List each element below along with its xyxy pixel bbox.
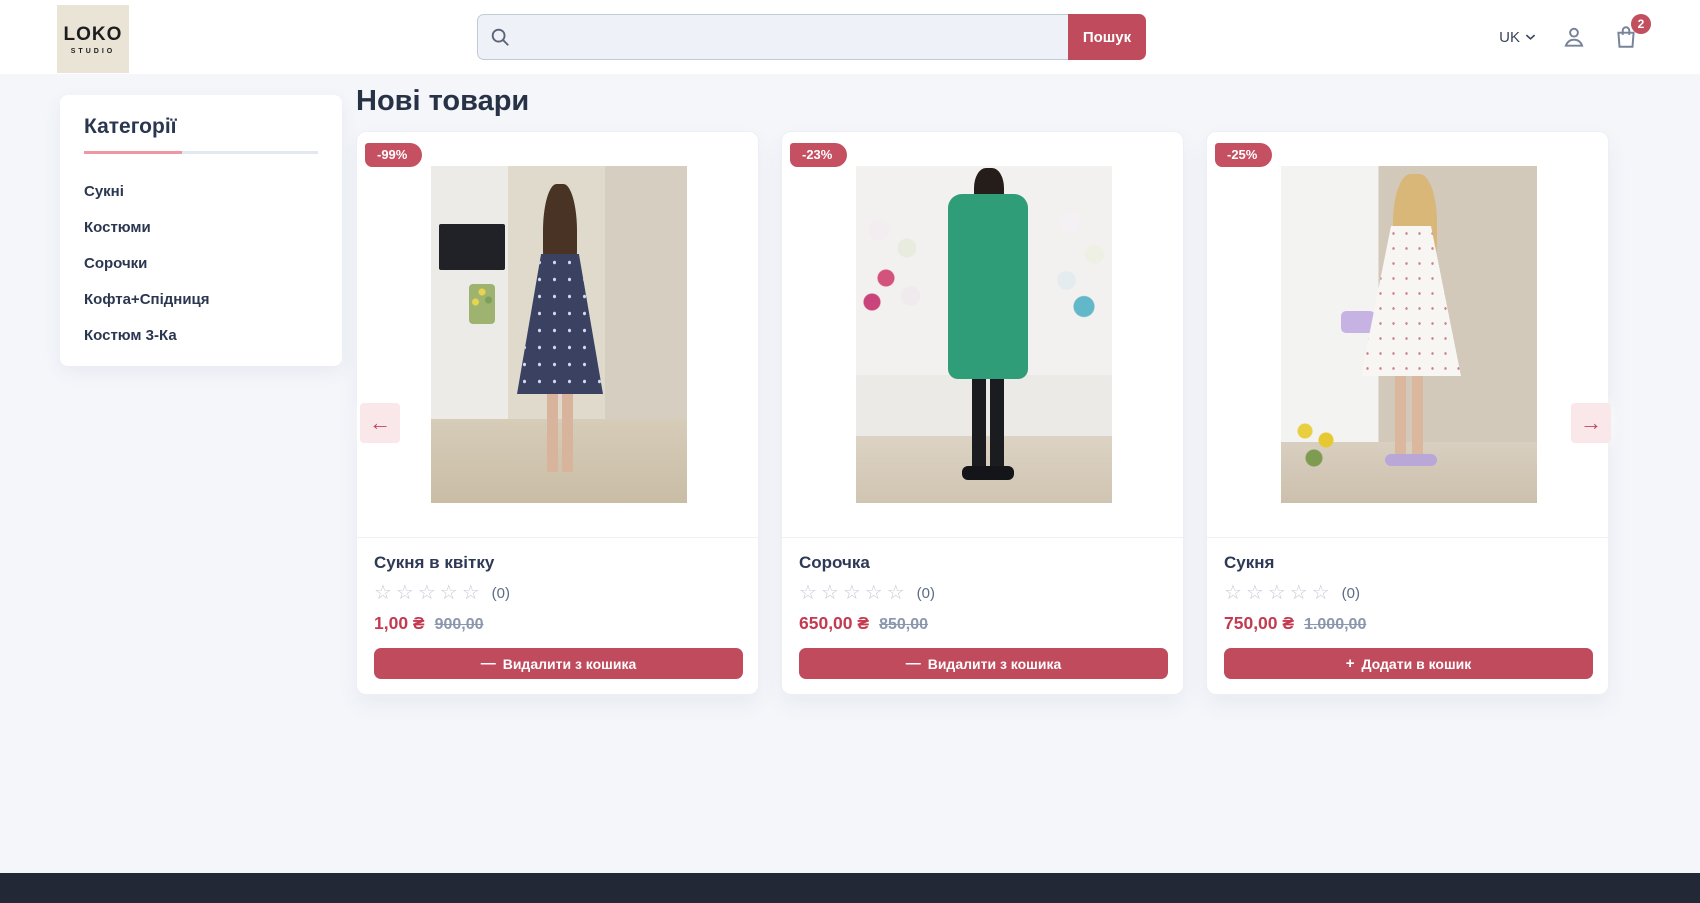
rating-stars-icon: ☆☆☆☆☆ (374, 583, 484, 603)
remove-from-cart-button[interactable]: — Видалити з кошика (374, 648, 743, 679)
carousel-next-button[interactable]: → (1571, 403, 1611, 443)
rating-count: (0) (1342, 585, 1360, 602)
product-image[interactable] (856, 166, 1112, 503)
product-old-price: 850,00 (879, 616, 928, 634)
cart-count-badge: 2 (1631, 14, 1651, 34)
product-price: 650,00 ₴ (799, 613, 869, 634)
product-name[interactable]: Сукня в квітку (374, 553, 741, 573)
sidebar-item-sorochky[interactable]: Сорочки (84, 246, 318, 282)
discount-badge: -25% (1215, 143, 1272, 167)
account-button[interactable] (1560, 23, 1588, 51)
logo-text-sub: STUDIO (71, 48, 115, 55)
button-label: Видалити з кошика (928, 656, 1062, 672)
sidebar-item-kofta-spidnytsya[interactable]: Кофта+Спідниця (84, 282, 318, 318)
arrow-left-icon: ← (369, 410, 391, 436)
rating-count: (0) (917, 585, 935, 602)
search-input[interactable] (477, 14, 1068, 60)
plus-icon: + (1346, 655, 1355, 672)
button-label: Видалити з кошика (503, 656, 637, 672)
footer (0, 873, 1700, 903)
chevron-down-icon (1525, 33, 1536, 41)
product-name[interactable]: Сорочка (799, 553, 1166, 573)
product-card: -23% Сорочка ☆☆☆☆☆ (0) 650,00 ₴ 850,00 (781, 131, 1184, 695)
search-button[interactable]: Пошук (1068, 14, 1146, 60)
minus-icon: — (481, 655, 496, 672)
product-card: -99% Сукня в квітку ☆☆☆☆☆ (0) 1,00 ₴ 900… (356, 131, 759, 695)
rating-stars-icon: ☆☆☆☆☆ (799, 583, 909, 603)
sidebar-item-kostyum-3ka[interactable]: Костюм 3-Ка (84, 318, 318, 354)
logo-text-main: LOKO (64, 24, 123, 46)
categories-divider (84, 151, 318, 154)
product-image[interactable] (431, 166, 687, 503)
categories-list: Сукні Костюми Сорочки Кофта+Спідниця Кос… (84, 174, 318, 354)
language-selector[interactable]: UK (1499, 29, 1536, 46)
language-label: UK (1499, 29, 1520, 46)
header-actions: UK (1499, 0, 1640, 74)
arrow-right-icon: → (1580, 410, 1602, 436)
product-carousel: -99% Сукня в квітку ☆☆☆☆☆ (0) 1,00 ₴ 900… (356, 131, 1609, 695)
categories-title: Категорії (84, 115, 318, 139)
rating-stars-icon: ☆☆☆☆☆ (1224, 583, 1334, 603)
user-icon (1561, 24, 1587, 50)
product-price: 750,00 ₴ (1224, 613, 1294, 634)
rating-count: (0) (492, 585, 510, 602)
cart-button[interactable]: 2 (1612, 23, 1640, 51)
product-image[interactable] (1281, 166, 1537, 503)
discount-badge: -99% (365, 143, 422, 167)
discount-badge: -23% (790, 143, 847, 167)
page: LOKO STUDIO Пошук UK (0, 0, 1700, 903)
product-old-price: 1.000,00 (1304, 616, 1366, 634)
search-bar: Пошук (477, 14, 1146, 60)
header: LOKO STUDIO Пошук UK (0, 0, 1700, 74)
sidebar-item-kostyumy[interactable]: Костюми (84, 210, 318, 246)
product-price: 1,00 ₴ (374, 613, 425, 634)
add-to-cart-button[interactable]: + Додати в кошик (1224, 648, 1593, 679)
categories-panel: Категорії Сукні Костюми Сорочки Кофта+Сп… (60, 95, 342, 366)
product-name[interactable]: Сукня (1224, 553, 1591, 573)
remove-from-cart-button[interactable]: — Видалити з кошика (799, 648, 1168, 679)
logo[interactable]: LOKO STUDIO (57, 5, 129, 73)
product-old-price: 900,00 (435, 616, 484, 634)
sidebar-item-sukni[interactable]: Сукні (84, 174, 318, 210)
carousel-prev-button[interactable]: ← (360, 403, 400, 443)
minus-icon: — (906, 655, 921, 672)
page-title: Нові товари (356, 85, 529, 118)
button-label: Додати в кошик (1362, 656, 1472, 672)
product-card: -25% Сукня ☆☆☆☆☆ (0) 750,00 ₴ 1.000,00 (1206, 131, 1609, 695)
